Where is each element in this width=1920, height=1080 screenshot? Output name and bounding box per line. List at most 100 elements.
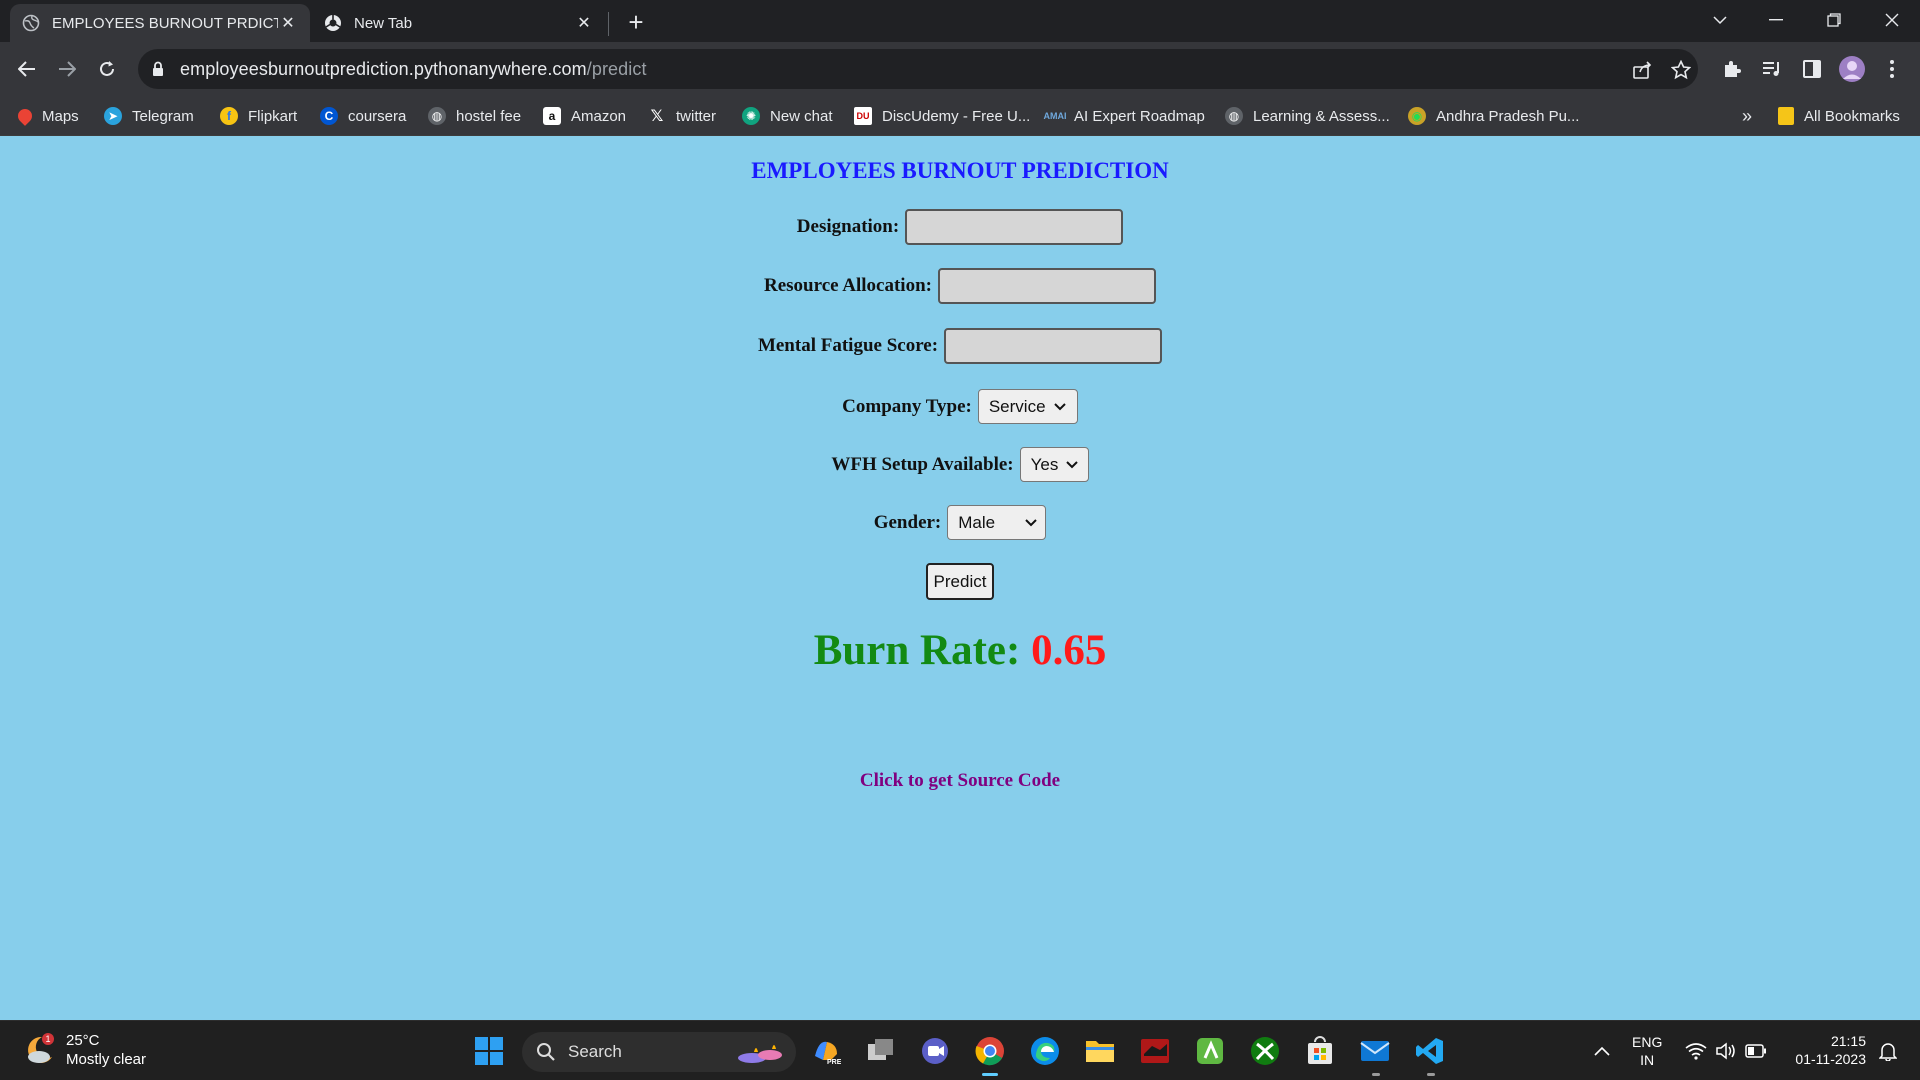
company-type-select[interactable]: Service — [977, 389, 1078, 424]
wfh-setup-label: WFH Setup Available: — [831, 453, 1014, 475]
bookmark-maps[interactable]: Maps — [15, 104, 79, 128]
bookmark-telegram[interactable]: ➤ Telegram — [104, 104, 194, 128]
taskbar-search[interactable]: Search — [522, 1032, 796, 1072]
weather-widget[interactable]: 1 25°C Mostly clear — [22, 1031, 146, 1069]
close-tab-icon[interactable]: ✕ — [574, 13, 594, 33]
language-indicator[interactable]: ENG IN — [1632, 1033, 1662, 1069]
battery-icon[interactable] — [1740, 1035, 1772, 1067]
tab-employees-burnout[interactable]: EMPLOYEES BURNOUT PRDICTIO ✕ — [10, 4, 310, 42]
gender-select[interactable]: Male — [947, 505, 1047, 540]
copilot-icon[interactable]: PRE — [810, 1035, 842, 1067]
mental-fatigue-label: Mental Fatigue Score: — [757, 335, 939, 356]
bookmark-label: coursera — [348, 107, 407, 125]
bookmark-label: AI Expert Roadmap — [1074, 107, 1205, 125]
bookmark-flipkart[interactable]: f Flipkart — [220, 104, 297, 128]
bookmark-learning-assess[interactable]: ◍ Learning & Assess... — [1225, 104, 1390, 128]
globe-icon — [22, 14, 40, 32]
all-bookmarks-button[interactable]: All Bookmarks — [1778, 104, 1900, 128]
weather-desc: Mostly clear — [66, 1051, 147, 1068]
forward-icon[interactable] — [51, 53, 83, 85]
tab-search-icon[interactable] — [1692, 0, 1748, 40]
wfh-setup-select[interactable]: Yes — [1019, 447, 1089, 482]
new-tab-icon[interactable]: + — [622, 7, 650, 37]
company-type-value: Service — [988, 396, 1046, 416]
tab-divider — [608, 12, 609, 36]
x-twitter-icon: 𝕏 — [650, 108, 664, 125]
wifi-icon[interactable] — [1680, 1035, 1712, 1067]
chevron-down-icon — [1025, 517, 1037, 529]
bookmarks-overflow-button[interactable]: » — [1742, 104, 1752, 128]
predict-button[interactable]: Predict — [926, 563, 994, 600]
profile-avatar[interactable] — [1838, 55, 1866, 83]
app-running-indicator — [1372, 1073, 1380, 1076]
app-running-indicator — [1427, 1073, 1435, 1076]
clock-time: 21:15 — [1830, 1033, 1866, 1049]
show-hidden-icons-chevron-up-icon[interactable] — [1586, 1035, 1618, 1067]
url-text: employeesburnoutprediction.pythonanywher… — [180, 59, 647, 80]
windows-start-icon[interactable] — [473, 1035, 505, 1067]
minimize-icon[interactable] — [1748, 0, 1804, 40]
bookmark-discudemy[interactable]: DU DiscUdemy - Free U... — [854, 104, 1030, 128]
weather-badge: 1 — [45, 1034, 50, 1044]
url-path: /predict — [586, 58, 647, 79]
back-icon[interactable] — [11, 53, 43, 85]
source-code-link[interactable]: Click to get Source Code — [0, 770, 1920, 792]
volume-icon[interactable] — [1710, 1035, 1742, 1067]
microsoft-store-icon[interactable] — [1304, 1035, 1336, 1067]
tab-title: EMPLOYEES BURNOUT PRDICTIO — [52, 14, 278, 32]
bookmark-hostel-fee[interactable]: ◍ hostel fee — [428, 104, 521, 128]
address-bar[interactable]: employeesburnoutprediction.pythonanywher… — [138, 49, 1698, 89]
mental-fatigue-input[interactable] — [944, 328, 1163, 364]
edge-icon[interactable] — [1029, 1035, 1061, 1067]
teams-chat-icon[interactable] — [919, 1035, 951, 1067]
xbox-icon[interactable] — [1249, 1035, 1281, 1067]
side-panel-icon[interactable] — [1798, 55, 1826, 83]
vscode-icon[interactable] — [1414, 1035, 1446, 1067]
bookmark-andhra-pradesh[interactable]: ◉ Andhra Pradesh Pu... — [1408, 104, 1579, 128]
bookmark-coursera[interactable]: C coursera — [320, 104, 406, 128]
weather-temp: 25°C — [66, 1032, 100, 1049]
active-app-indicator — [982, 1073, 998, 1076]
bookmark-star-icon[interactable] — [1670, 59, 1692, 81]
android-studio-icon[interactable] — [1194, 1035, 1226, 1067]
bookmark-label: Telegram — [132, 107, 194, 125]
file-explorer-icon[interactable] — [1084, 1035, 1116, 1067]
search-icon — [537, 1043, 555, 1061]
bookmarks-bar: Maps ➤ Telegram f Flipkart C coursera ◍ … — [0, 96, 1920, 136]
game-app-icon[interactable] — [1139, 1035, 1171, 1067]
designation-row: Designation: — [0, 209, 1920, 245]
tab-new-tab[interactable]: New Tab ✕ — [312, 4, 606, 42]
ai-roadmap-icon: AMAI — [1043, 111, 1067, 121]
bookmark-amazon[interactable]: a Amazon — [543, 104, 626, 128]
notification-bell-icon[interactable] — [1872, 1035, 1904, 1067]
bookmark-label: hostel fee — [456, 107, 522, 125]
bookmark-new-chat[interactable]: ✺ New chat — [742, 104, 833, 128]
maps-icon — [15, 106, 35, 126]
clock[interactable]: 21:15 01-11-2023 — [1786, 1032, 1866, 1068]
restore-icon[interactable] — [1806, 0, 1862, 40]
gender-label: Gender: — [873, 511, 942, 533]
reload-icon[interactable] — [91, 53, 123, 85]
designation-input[interactable] — [905, 209, 1124, 245]
lock-icon[interactable] — [152, 61, 166, 77]
burn-rate-label: Burn Rate: — [813, 627, 1021, 674]
menu-kebab-icon[interactable] — [1878, 55, 1906, 83]
bookmark-label: DiscUdemy - Free U... — [882, 107, 1031, 125]
chrome-taskbar-icon[interactable] — [974, 1035, 1006, 1067]
resource-allocation-input[interactable] — [938, 268, 1156, 304]
diwali-lamp-icon — [738, 1045, 782, 1063]
gender-row: Gender: Male — [0, 505, 1920, 540]
media-control-icon[interactable] — [1758, 55, 1786, 83]
bookmark-twitter[interactable]: 𝕏 twitter — [648, 104, 716, 128]
extensions-icon[interactable] — [1718, 55, 1746, 83]
company-type-row: Company Type: Service — [0, 389, 1920, 424]
gender-value: Male — [958, 512, 996, 532]
page-title: EMPLOYEES BURNOUT PREDICTION — [751, 158, 1169, 183]
close-tab-icon[interactable]: ✕ — [278, 13, 298, 33]
bookmark-ai-expert-roadmap[interactable]: AMAI AI Expert Roadmap — [1043, 104, 1205, 128]
share-icon[interactable] — [1632, 59, 1654, 81]
mail-icon[interactable] — [1359, 1035, 1391, 1067]
task-view-icon[interactable] — [865, 1035, 897, 1067]
close-window-icon[interactable] — [1864, 0, 1920, 40]
company-type-label: Company Type: — [842, 395, 972, 417]
